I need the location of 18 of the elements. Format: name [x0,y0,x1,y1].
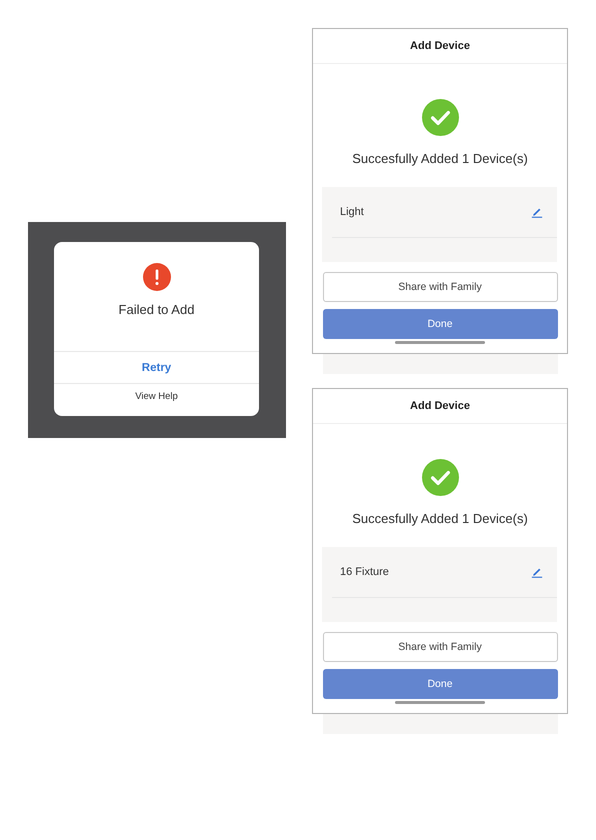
screen-title: Add Device [313,29,567,64]
dialog-action[interactable]: View Help [54,383,259,409]
success-message: Succesfully Added 1 Device(s) [352,511,528,526]
action-button[interactable]: Done [322,669,558,699]
success-message: Succesfully Added 1 Device(s) [352,151,528,166]
device-name: Light [340,206,364,218]
edit-icon[interactable] [531,566,543,578]
action-button[interactable]: Share with Family [322,272,558,302]
checkmark-icon [422,99,458,136]
checkmark-icon [422,459,458,496]
exclamation-icon [142,263,170,291]
action-button[interactable]: Share with Family [322,632,558,662]
action-button[interactable]: Done [322,309,558,339]
device-name: 16 Fixture [340,566,389,578]
dialog-action[interactable]: Retry [54,351,259,383]
screen-title: Add Device [313,389,567,424]
dialog-title: Failed to Add [118,302,194,317]
edit-icon[interactable] [531,206,543,218]
